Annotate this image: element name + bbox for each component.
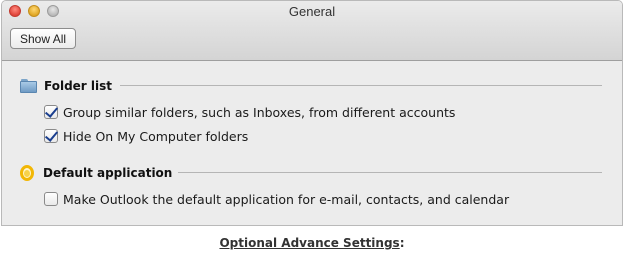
preferences-content: Folder list Group similar folders, such …: [2, 61, 622, 225]
group-similar-folders-checkbox[interactable]: [44, 105, 58, 119]
title-bar: General Show All: [2, 1, 622, 61]
outlook-icon: [20, 165, 34, 181]
caption-suffix: :: [399, 236, 405, 250]
option-hide-on-my-computer[interactable]: Hide On My Computer folders: [44, 128, 248, 144]
option-group-similar-folders[interactable]: Group similar folders, such as Inboxes, …: [44, 104, 455, 120]
section-divider: [120, 85, 602, 86]
option-make-outlook-default[interactable]: Make Outlook the default application for…: [44, 191, 509, 207]
folder-list-heading: Folder list: [44, 79, 112, 93]
figure-caption: Optional Advance Settings:: [0, 236, 624, 250]
folder-list-section-header: Folder list: [20, 78, 112, 94]
caption-link[interactable]: Optional Advance Settings: [219, 236, 399, 250]
default-application-section-header: Default application: [20, 165, 172, 181]
section-divider: [178, 172, 602, 173]
show-all-button[interactable]: Show All: [10, 28, 77, 49]
window-title: General: [288, 4, 336, 19]
default-application-heading: Default application: [43, 166, 173, 180]
option-label: Hide On My Computer folders: [63, 128, 249, 144]
preferences-window: General Show All Folder list Group simil…: [1, 0, 623, 226]
hide-on-my-computer-checkbox[interactable]: [44, 129, 58, 143]
option-label: Group similar folders, such as Inboxes, …: [63, 104, 456, 120]
make-outlook-default-checkbox[interactable]: [44, 192, 58, 206]
folder-icon: [20, 79, 37, 93]
option-label: Make Outlook the default application for…: [63, 191, 510, 207]
